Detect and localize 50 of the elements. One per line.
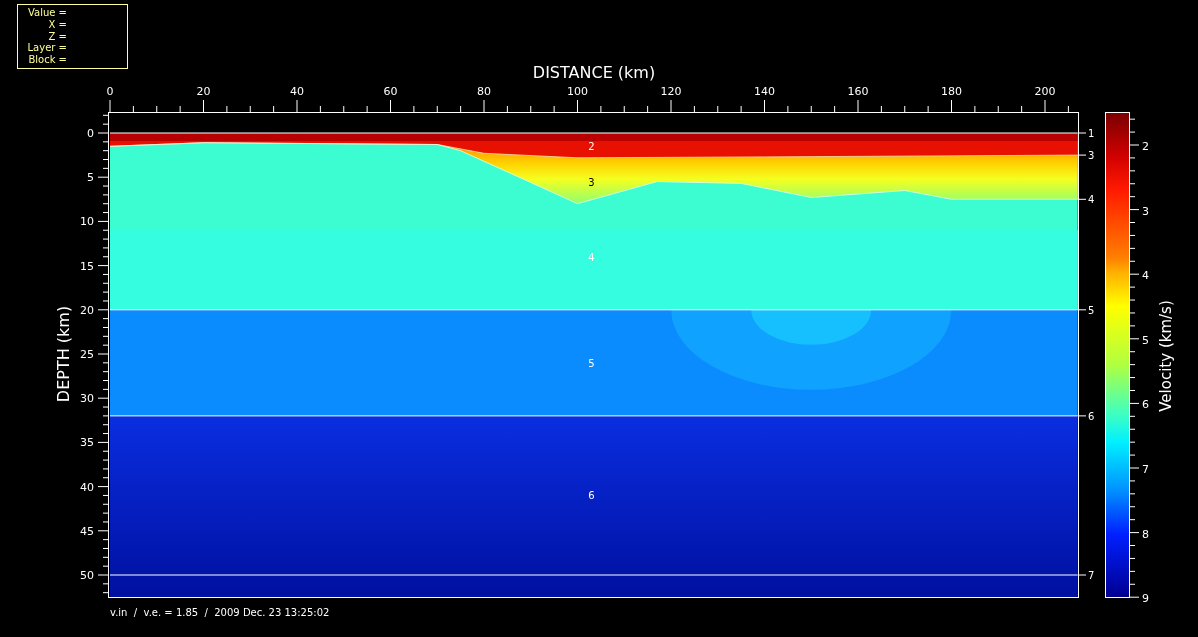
axis-tick-label: 0 bbox=[87, 127, 94, 140]
colorbar-tick-label: 2 bbox=[1142, 140, 1149, 153]
axis-tick-label: 10 bbox=[80, 215, 94, 229]
colorbar-tick-label: 5 bbox=[1142, 333, 1149, 347]
footer-text: v.in / v.e. = 1.85 / 2009 Dec. 23 13:25:02 bbox=[110, 607, 330, 618]
layer-label: 2 bbox=[588, 141, 595, 153]
colorbar-tick-label: 4 bbox=[1142, 269, 1149, 283]
colorbar-tick-label: 8 bbox=[1142, 527, 1149, 541]
info-label: Layer = bbox=[27, 42, 67, 54]
axis-tick-label: 15 bbox=[80, 259, 94, 273]
axis-tick-label: 20 bbox=[80, 303, 94, 317]
axis-tick-label: 30 bbox=[80, 392, 94, 406]
boundary-label: 7 bbox=[1088, 570, 1095, 581]
layer-label: 3 bbox=[588, 176, 595, 188]
layer-label: 5 bbox=[588, 357, 595, 369]
axis-tick-label: 80 bbox=[477, 85, 491, 98]
axis-tick-label: 0 bbox=[106, 85, 114, 98]
axis-tick-label: 40 bbox=[80, 480, 94, 494]
colorbar-tick-label: 6 bbox=[1142, 398, 1149, 412]
axis-tick-label: 35 bbox=[80, 436, 94, 450]
info-label: Block = bbox=[28, 54, 67, 66]
axis-tick-label: 120 bbox=[660, 85, 682, 98]
axis-title: DEPTH (km) bbox=[54, 305, 73, 403]
info-label: Value = bbox=[27, 7, 67, 18]
colorbar-title: Velocity (km/s) bbox=[1157, 300, 1175, 412]
axis-tick-label: 40 bbox=[290, 85, 304, 98]
boundary-label: 1 bbox=[1088, 128, 1095, 139]
boundary-label: 3 bbox=[1088, 150, 1095, 162]
axis-tick-label: 60 bbox=[383, 85, 398, 98]
layer-label: 6 bbox=[588, 490, 595, 502]
axis-tick-label: 160 bbox=[847, 85, 869, 98]
axis-title: DISTANCE (km) bbox=[532, 63, 656, 82]
axis-tick-label: 45 bbox=[80, 524, 94, 538]
axis-tick-label: 180 bbox=[941, 85, 962, 98]
axis-tick-label: 100 bbox=[567, 85, 588, 98]
info-label: X = bbox=[48, 18, 67, 30]
info-label: Z = bbox=[48, 30, 67, 42]
boundary-label: 6 bbox=[1088, 410, 1095, 422]
axis-tick-label: 140 bbox=[754, 85, 775, 98]
axis-tick-label: 200 bbox=[1034, 85, 1056, 98]
boundary-label: 5 bbox=[1088, 304, 1095, 316]
colorbar-tick-label: 9 bbox=[1142, 592, 1149, 606]
boundary-label: 4 bbox=[1088, 194, 1095, 206]
axis-tick-label: 5 bbox=[87, 171, 94, 185]
colorbar-tick-label: 3 bbox=[1142, 204, 1149, 218]
axis-tick-label: 20 bbox=[196, 85, 211, 98]
colorbar-tick-label: 7 bbox=[1142, 463, 1149, 476]
layer-label: 4 bbox=[588, 251, 595, 263]
axis-tick-label: 25 bbox=[80, 348, 94, 361]
axis-tick-label: 50 bbox=[80, 569, 94, 582]
